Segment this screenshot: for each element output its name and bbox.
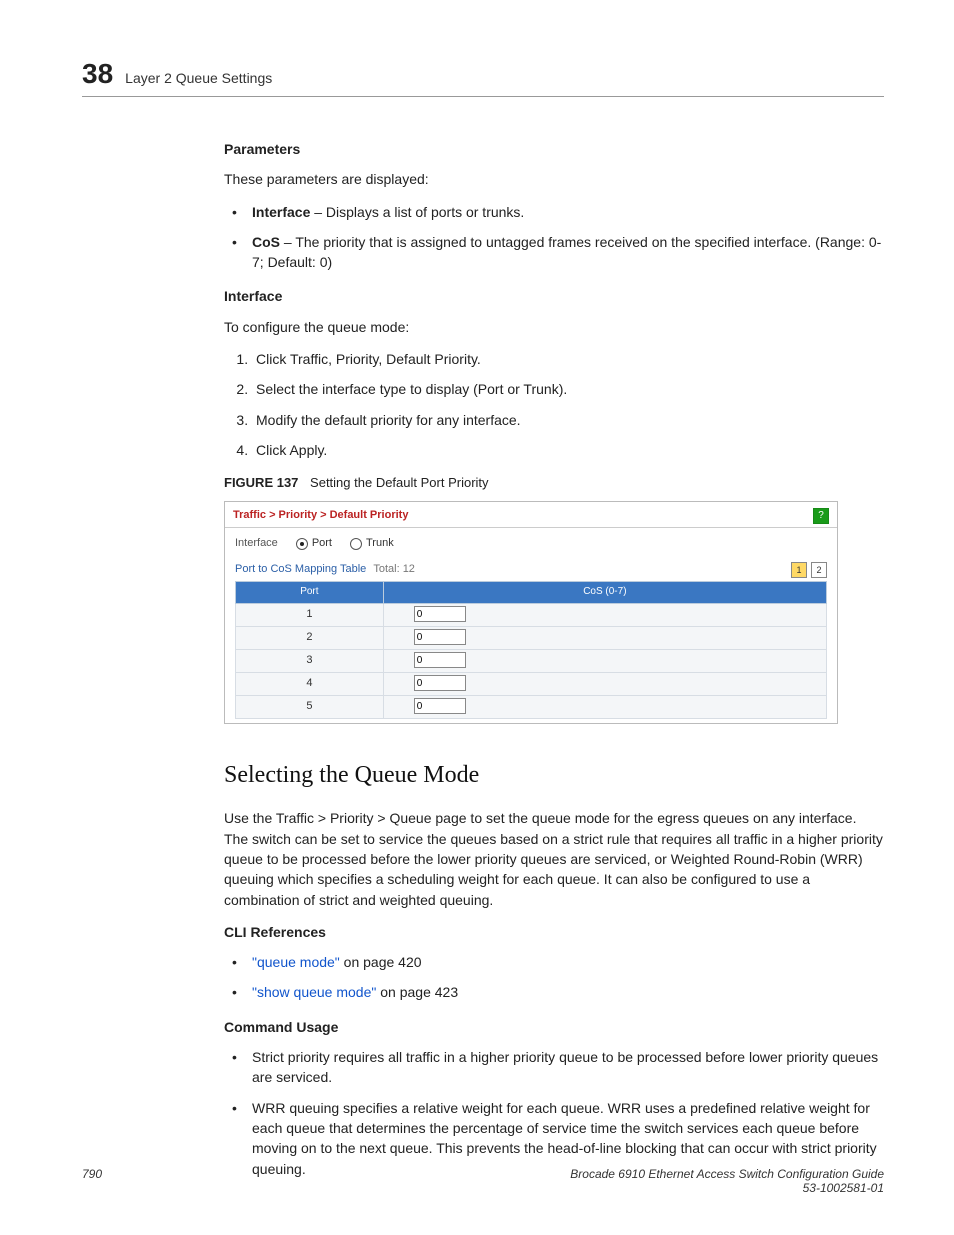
param-interface: Interface – Displays a list of ports or … [224,202,884,222]
figure-titlebar: Traffic > Priority > Default Priority ? [225,502,837,528]
radio-port[interactable]: Port [296,536,332,552]
cli-list: "queue mode" on page 420 "show queue mod… [224,952,884,1003]
chapter-number: 38 [82,60,113,88]
step-2: Select the interface type to display (Po… [252,379,884,399]
queue-mode-para: Use the Traffic > Priority > Queue page … [224,808,884,909]
figure-title: Setting the Default Port Priority [310,475,488,490]
param-term: CoS [252,234,280,250]
radio-port-label: Port [312,536,332,552]
mapping-table: Port CoS (0-7) 1 2 [235,581,827,719]
cell-port: 4 [236,672,384,695]
cli-item: "queue mode" on page 420 [224,952,884,972]
cos-input[interactable] [414,606,466,622]
cell-port: 3 [236,649,384,672]
param-desc: – The priority that is assigned to untag… [252,234,881,270]
page-header: 38 Layer 2 Queue Settings [82,60,884,97]
parameters-heading: Parameters [224,139,884,159]
col-port: Port [236,582,384,604]
cli-item: "show queue mode" on page 423 [224,982,884,1002]
figure-caption: FIGURE 137 Setting the Default Port Prio… [224,474,884,493]
interface-radio-row: Interface Port Trunk [235,536,827,552]
cmd-item: Strict priority requires all traffic in … [224,1047,884,1088]
radio-trunk-dot [350,538,362,550]
interface-label: Interface [235,536,278,552]
mapping-header-row: Port to CoS Mapping Table Total: 12 1 2 [235,562,827,578]
chapter-title: Layer 2 Queue Settings [125,70,272,86]
cli-link[interactable]: "show queue mode" [252,984,376,1000]
queue-mode-heading: Selecting the Queue Mode [224,758,884,793]
parameters-intro: These parameters are displayed: [224,169,884,189]
cmd-heading: Command Usage [224,1017,884,1037]
pager-2[interactable]: 2 [811,562,827,578]
step-1: Click Traffic, Priority, Default Priorit… [252,349,884,369]
col-cos: CoS (0-7) [383,582,826,604]
cos-input[interactable] [414,629,466,645]
doc-id: 53-1002581-01 [570,1181,884,1195]
table-row: 1 [236,603,827,626]
step-3: Modify the default priority for any inte… [252,410,884,430]
page-footer: 790 Brocade 6910 Ethernet Access Switch … [82,1167,884,1195]
radio-port-dot [296,538,308,550]
cli-link[interactable]: "queue mode" [252,954,340,970]
cell-port: 1 [236,603,384,626]
cos-input[interactable] [414,675,466,691]
table-row: 5 [236,695,827,718]
param-term: Interface [252,204,310,220]
cos-input[interactable] [414,698,466,714]
figure-number: FIGURE 137 [224,475,298,490]
interface-steps: Click Traffic, Priority, Default Priorit… [224,349,884,460]
doc-title: Brocade 6910 Ethernet Access Switch Conf… [570,1167,884,1181]
param-cos: CoS – The priority that is assigned to u… [224,232,884,273]
radio-trunk[interactable]: Trunk [350,536,394,552]
page-number: 790 [82,1167,102,1195]
cell-port: 2 [236,626,384,649]
parameters-list: Interface – Displays a list of ports or … [224,202,884,273]
radio-trunk-label: Trunk [366,536,394,552]
mapping-label: Port to CoS Mapping Table [235,563,366,575]
breadcrumb: Traffic > Priority > Default Priority [233,508,408,524]
table-row: 2 [236,626,827,649]
interface-heading: Interface [224,286,884,306]
help-icon[interactable]: ? [813,508,829,524]
cli-rest: on page 420 [340,954,422,970]
param-desc: – Displays a list of ports or trunks. [310,204,524,220]
pager: 1 2 [791,562,827,578]
figure-box: Traffic > Priority > Default Priority ? … [224,501,838,723]
mapping-total-label: Total: [373,563,399,575]
cmd-list: Strict priority requires all traffic in … [224,1047,884,1179]
cli-heading: CLI References [224,922,884,942]
table-row: 4 [236,672,827,695]
cli-rest: on page 423 [376,984,458,1000]
table-row: 3 [236,649,827,672]
cos-input[interactable] [414,652,466,668]
step-4: Click Apply. [252,440,884,460]
cell-port: 5 [236,695,384,718]
mapping-total-value: 12 [403,563,415,575]
pager-1[interactable]: 1 [791,562,807,578]
interface-intro: To configure the queue mode: [224,317,884,337]
